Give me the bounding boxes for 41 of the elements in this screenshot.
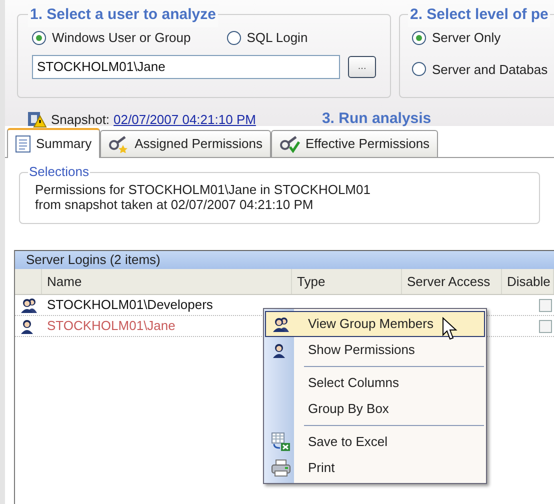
users-icon bbox=[20, 296, 38, 314]
radio-label[interactable]: Server Only bbox=[432, 28, 501, 48]
snapshot-label: Snapshot: bbox=[51, 110, 110, 129]
radio-button[interactable] bbox=[226, 30, 241, 45]
menu-item[interactable]: Group By Box bbox=[265, 396, 485, 422]
tab[interactable]: Summary bbox=[7, 128, 100, 158]
radio-label[interactable]: SQL Login bbox=[246, 28, 308, 48]
key-star-icon bbox=[108, 135, 130, 153]
selections-text: from snapshot taken at 02/07/2007 04:21:10 PM bbox=[35, 197, 314, 212]
column-header[interactable]: Name bbox=[42, 269, 292, 294]
selections-title: Selections bbox=[28, 164, 90, 179]
radio-button[interactable] bbox=[412, 62, 426, 76]
tab[interactable]: Assigned Permissions bbox=[100, 130, 271, 157]
snapshot-link[interactable]: 02/07/2007 04:21:10 PM bbox=[114, 110, 256, 129]
menu-item[interactable]: Save to Excel bbox=[265, 429, 485, 455]
radio-label[interactable]: Windows User or Group bbox=[52, 28, 191, 48]
grid-title-bar: Server Logins (2 items) bbox=[15, 250, 554, 269]
run-analysis-step[interactable]: 3. Run analysis bbox=[322, 108, 432, 130]
column-header[interactable]: Disable bbox=[502, 269, 554, 294]
menu-item[interactable]: Print bbox=[265, 455, 485, 481]
tab[interactable]: Effective Permissions bbox=[270, 130, 438, 157]
document-icon bbox=[15, 135, 31, 153]
spreadsheet-icon bbox=[271, 432, 291, 452]
radio-label[interactable]: Server and Databas bbox=[432, 60, 548, 79]
browse-button[interactable]: ... bbox=[348, 56, 376, 78]
mouse-cursor-icon bbox=[442, 317, 458, 341]
user-field[interactable]: STOCKHOLM01\Jane bbox=[32, 54, 340, 78]
menu-item[interactable]: Select Columns bbox=[265, 370, 485, 396]
key-check-icon bbox=[278, 135, 301, 153]
snapshot-warning-icon bbox=[27, 110, 47, 128]
selections-text: Permissions for STOCKHOLM01\Jane in STOCKHOLM01 bbox=[35, 182, 372, 197]
column-header[interactable]: Type bbox=[292, 269, 402, 294]
column-header[interactable]: Server Access bbox=[402, 269, 502, 294]
menu-item[interactable]: View Group Members bbox=[265, 311, 485, 337]
name-cell: STOCKHOLM01\Developers bbox=[47, 297, 213, 312]
printer-icon bbox=[271, 459, 291, 477]
users-icon bbox=[272, 315, 290, 333]
menu-item[interactable]: Show Permissions bbox=[265, 337, 485, 363]
radio-button[interactable] bbox=[32, 30, 46, 45]
name-cell: STOCKHOLM01\Jane bbox=[47, 318, 176, 334]
radio-button[interactable] bbox=[412, 30, 426, 45]
